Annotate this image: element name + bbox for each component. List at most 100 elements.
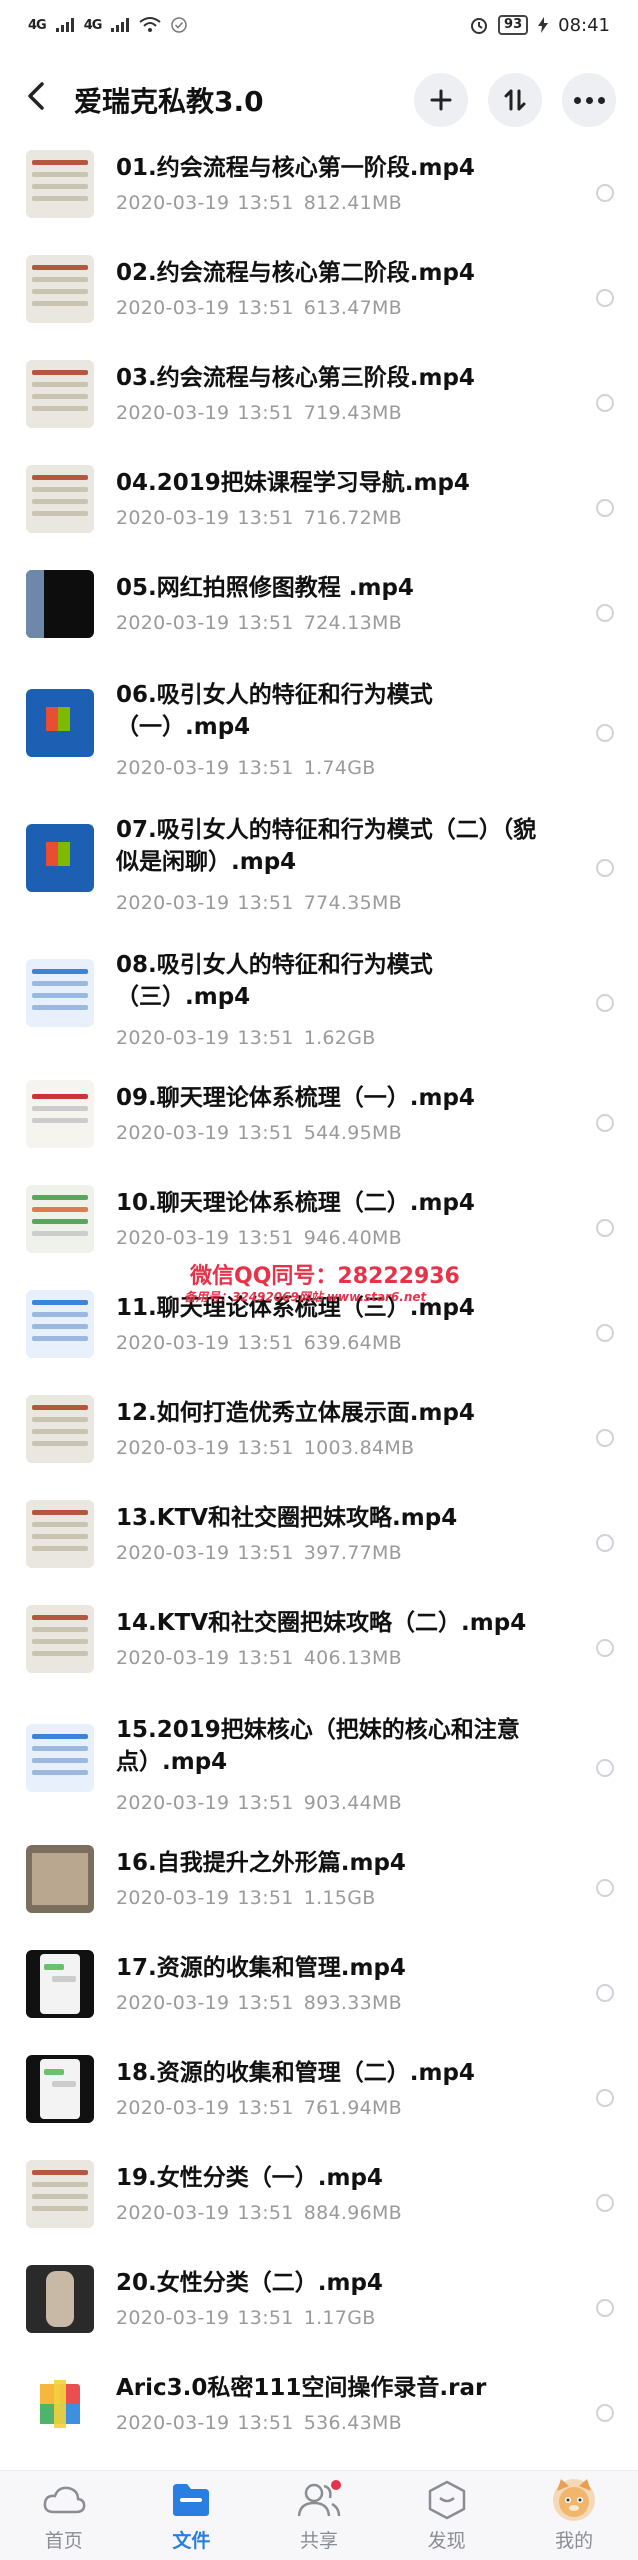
file-date: 2020-03-19 [116, 757, 230, 779]
select-radio[interactable] [596, 498, 614, 517]
select-radio[interactable] [596, 1878, 614, 1897]
battery-indicator: 93 [498, 15, 529, 35]
file-row[interactable]: 17.资源的收集和管理.mp4 2020-03-19 13:51 893.33MB [0, 1940, 638, 2045]
select-radio[interactable] [596, 603, 614, 622]
folder-icon [171, 2478, 211, 2522]
nav-profile-label: 我的 [555, 2530, 594, 2552]
select-radio[interactable] [596, 183, 614, 202]
select-radio[interactable] [596, 2298, 614, 2317]
select-radio[interactable] [596, 393, 614, 412]
file-row[interactable]: 19.女性分类（一）.mp4 2020-03-19 13:51 884.96MB [0, 2150, 638, 2255]
watermark-line-1: 微信QQ同号：28222936 [190, 1264, 460, 1289]
file-meta: 2020-03-19 13:51 946.40MB [116, 1227, 402, 1249]
nav-profile[interactable]: 我的 [524, 2478, 624, 2553]
file-size: 716.72MB [303, 507, 402, 529]
file-name: 14.KTV和社交圈把妹攻略（二）.mp4 [116, 1610, 527, 1636]
file-row[interactable]: 16.自我提升之外形篇.mp4 2020-03-19 13:51 1.15GB [0, 1835, 638, 1940]
file-time: 13:51 [237, 1437, 294, 1459]
select-radio[interactable] [596, 1428, 614, 1447]
select-radio[interactable] [596, 1758, 614, 1777]
video-thumbnail [26, 1950, 94, 2018]
file-row[interactable]: 01.约会流程与核心第一阶段.mp4 2020-03-19 13:51 812.41M… [0, 140, 638, 245]
file-meta: 2020-03-19 13:51 639.64MB [116, 1332, 402, 1354]
back-icon[interactable] [26, 80, 66, 120]
file-row[interactable]: 20.女性分类（二）.mp4 2020-03-19 13:51 1.17GB [0, 2255, 638, 2360]
file-name: 08.吸引女人的特征和行为模式（三）.mp4 [116, 952, 433, 1010]
video-thumbnail [26, 570, 94, 638]
file-row[interactable]: 06.吸引女人的特征和行为模式（一）.mp4 2020-03-19 13:51 1.7… [0, 665, 638, 800]
select-radio[interactable] [596, 288, 614, 307]
select-radio[interactable] [596, 1323, 614, 1342]
file-date: 2020-03-19 [116, 1437, 230, 1459]
more-button[interactable] [562, 73, 616, 127]
file-size: 761.94MB [303, 2097, 402, 2119]
video-thumbnail [26, 360, 94, 428]
select-radio[interactable] [596, 1533, 614, 1552]
file-row[interactable]: 04.2019把妹课程学习导航.mp4 2020-03-19 13:51 716.72… [0, 455, 638, 560]
file-row[interactable]: 15.2019把妹核心（把妹的核心和注意点）.mp4 2020-03-19 13:5… [0, 1700, 638, 1835]
select-radio[interactable] [596, 723, 614, 742]
watermark-line-2: 备用号：32492069网站 www.star6.net [184, 1290, 427, 1304]
nav-discover[interactable]: 发现 [397, 2478, 497, 2553]
file-row[interactable]: 07.吸引女人的特征和行为模式（二）（貌似是闲聊）.mp4 2020-03-19 1… [0, 800, 638, 935]
signal-bars-icon [55, 18, 74, 32]
file-meta: 2020-03-19 13:51 724.13MB [116, 612, 402, 634]
select-radio[interactable] [596, 2403, 614, 2422]
file-meta: 2020-03-19 13:51 544.95MB [116, 1122, 402, 1144]
file-meta: 2020-03-19 13:51 812.41MB [116, 192, 402, 214]
file-name: Aric3.0私密111空间操作录音.rar [116, 2375, 487, 2401]
file-row[interactable]: 05.网红拍照修图教程 .mp4 2020-03-19 13:51 724.13MB [0, 560, 638, 665]
file-row[interactable]: 12.如何打造优秀立体展示面.mp4 2020-03-19 13:51 1003.84… [0, 1385, 638, 1490]
file-name: 07.吸引女人的特征和行为模式（二）（貌似是闲聊）.mp4 [116, 817, 537, 875]
file-name: 12.如何打造优秀立体展示面.mp4 [116, 1400, 475, 1426]
avatar-icon [551, 2478, 597, 2522]
file-meta: 2020-03-19 13:51 1.15GB [116, 1887, 376, 1909]
nav-home[interactable]: 首页 [14, 2478, 114, 2553]
file-size: 1.15GB [303, 1887, 376, 1909]
file-row[interactable]: Aric3.0私密111空间操作录音.rar 2020-03-19 13:51 536… [0, 2360, 638, 2465]
file-meta: 2020-03-19 13:51 774.35MB [116, 892, 402, 914]
select-radio[interactable] [596, 2088, 614, 2107]
video-thumbnail [26, 2055, 94, 2123]
file-date: 2020-03-19 [116, 612, 230, 634]
signal-icon-2: 4G [83, 17, 103, 33]
nav-files[interactable]: 文件 [141, 2478, 241, 2553]
file-meta: 2020-03-19 13:51 761.94MB [116, 2097, 402, 2119]
file-row[interactable]: 14.KTV和社交圈把妹攻略（二）.mp4 2020-03-19 13:51 406.… [0, 1595, 638, 1700]
file-meta: 2020-03-19 13:51 884.96MB [116, 2202, 402, 2224]
file-row[interactable]: 18.资源的收集和管理（二）.mp4 2020-03-19 13:51 761.94M… [0, 2045, 638, 2150]
file-time: 13:51 [237, 2097, 294, 2119]
sort-button[interactable] [488, 73, 542, 127]
file-meta: 2020-03-19 13:51 397.77MB [116, 1542, 402, 1564]
video-thumbnail [26, 255, 94, 323]
page-title: 爱瑞克私教3.0 [74, 85, 264, 118]
file-size: 397.77MB [303, 1542, 402, 1564]
file-date: 2020-03-19 [116, 1332, 230, 1354]
select-radio[interactable] [596, 1638, 614, 1657]
status-left: 4G 4G [28, 17, 188, 33]
nav-share[interactable]: 共享 [269, 2478, 369, 2553]
check-shield-icon [171, 17, 188, 33]
video-thumbnail [26, 689, 94, 757]
file-size: 719.43MB [303, 402, 402, 424]
file-date: 2020-03-19 [116, 2097, 230, 2119]
file-row[interactable]: 09.聊天理论体系梳理（一）.mp4 2020-03-19 13:51 544.95M… [0, 1070, 638, 1175]
file-size: 406.13MB [303, 1647, 402, 1669]
file-date: 2020-03-19 [116, 192, 230, 214]
select-radio[interactable] [596, 1218, 614, 1237]
select-radio[interactable] [596, 993, 614, 1012]
file-meta: 2020-03-19 13:51 893.33MB [116, 1992, 402, 2014]
video-thumbnail [26, 1605, 94, 1673]
file-row[interactable]: 08.吸引女人的特征和行为模式（三）.mp4 2020-03-19 13:51 1.6… [0, 935, 638, 1070]
add-button[interactable] [414, 73, 468, 127]
file-date: 2020-03-19 [116, 1887, 230, 1909]
header: 爱瑞克私教3.0 [0, 50, 638, 150]
file-row[interactable]: 03.约会流程与核心第三阶段.mp4 2020-03-19 13:51 719.43M… [0, 350, 638, 455]
file-time: 13:51 [237, 892, 294, 914]
select-radio[interactable] [596, 2193, 614, 2212]
select-radio[interactable] [596, 1113, 614, 1132]
file-row[interactable]: 13.KTV和社交圈把妹攻略.mp4 2020-03-19 13:51 397.77M… [0, 1490, 638, 1595]
select-radio[interactable] [596, 858, 614, 877]
select-radio[interactable] [596, 1983, 614, 2002]
file-row[interactable]: 02.约会流程与核心第二阶段.mp4 2020-03-19 13:51 613.47M… [0, 245, 638, 350]
